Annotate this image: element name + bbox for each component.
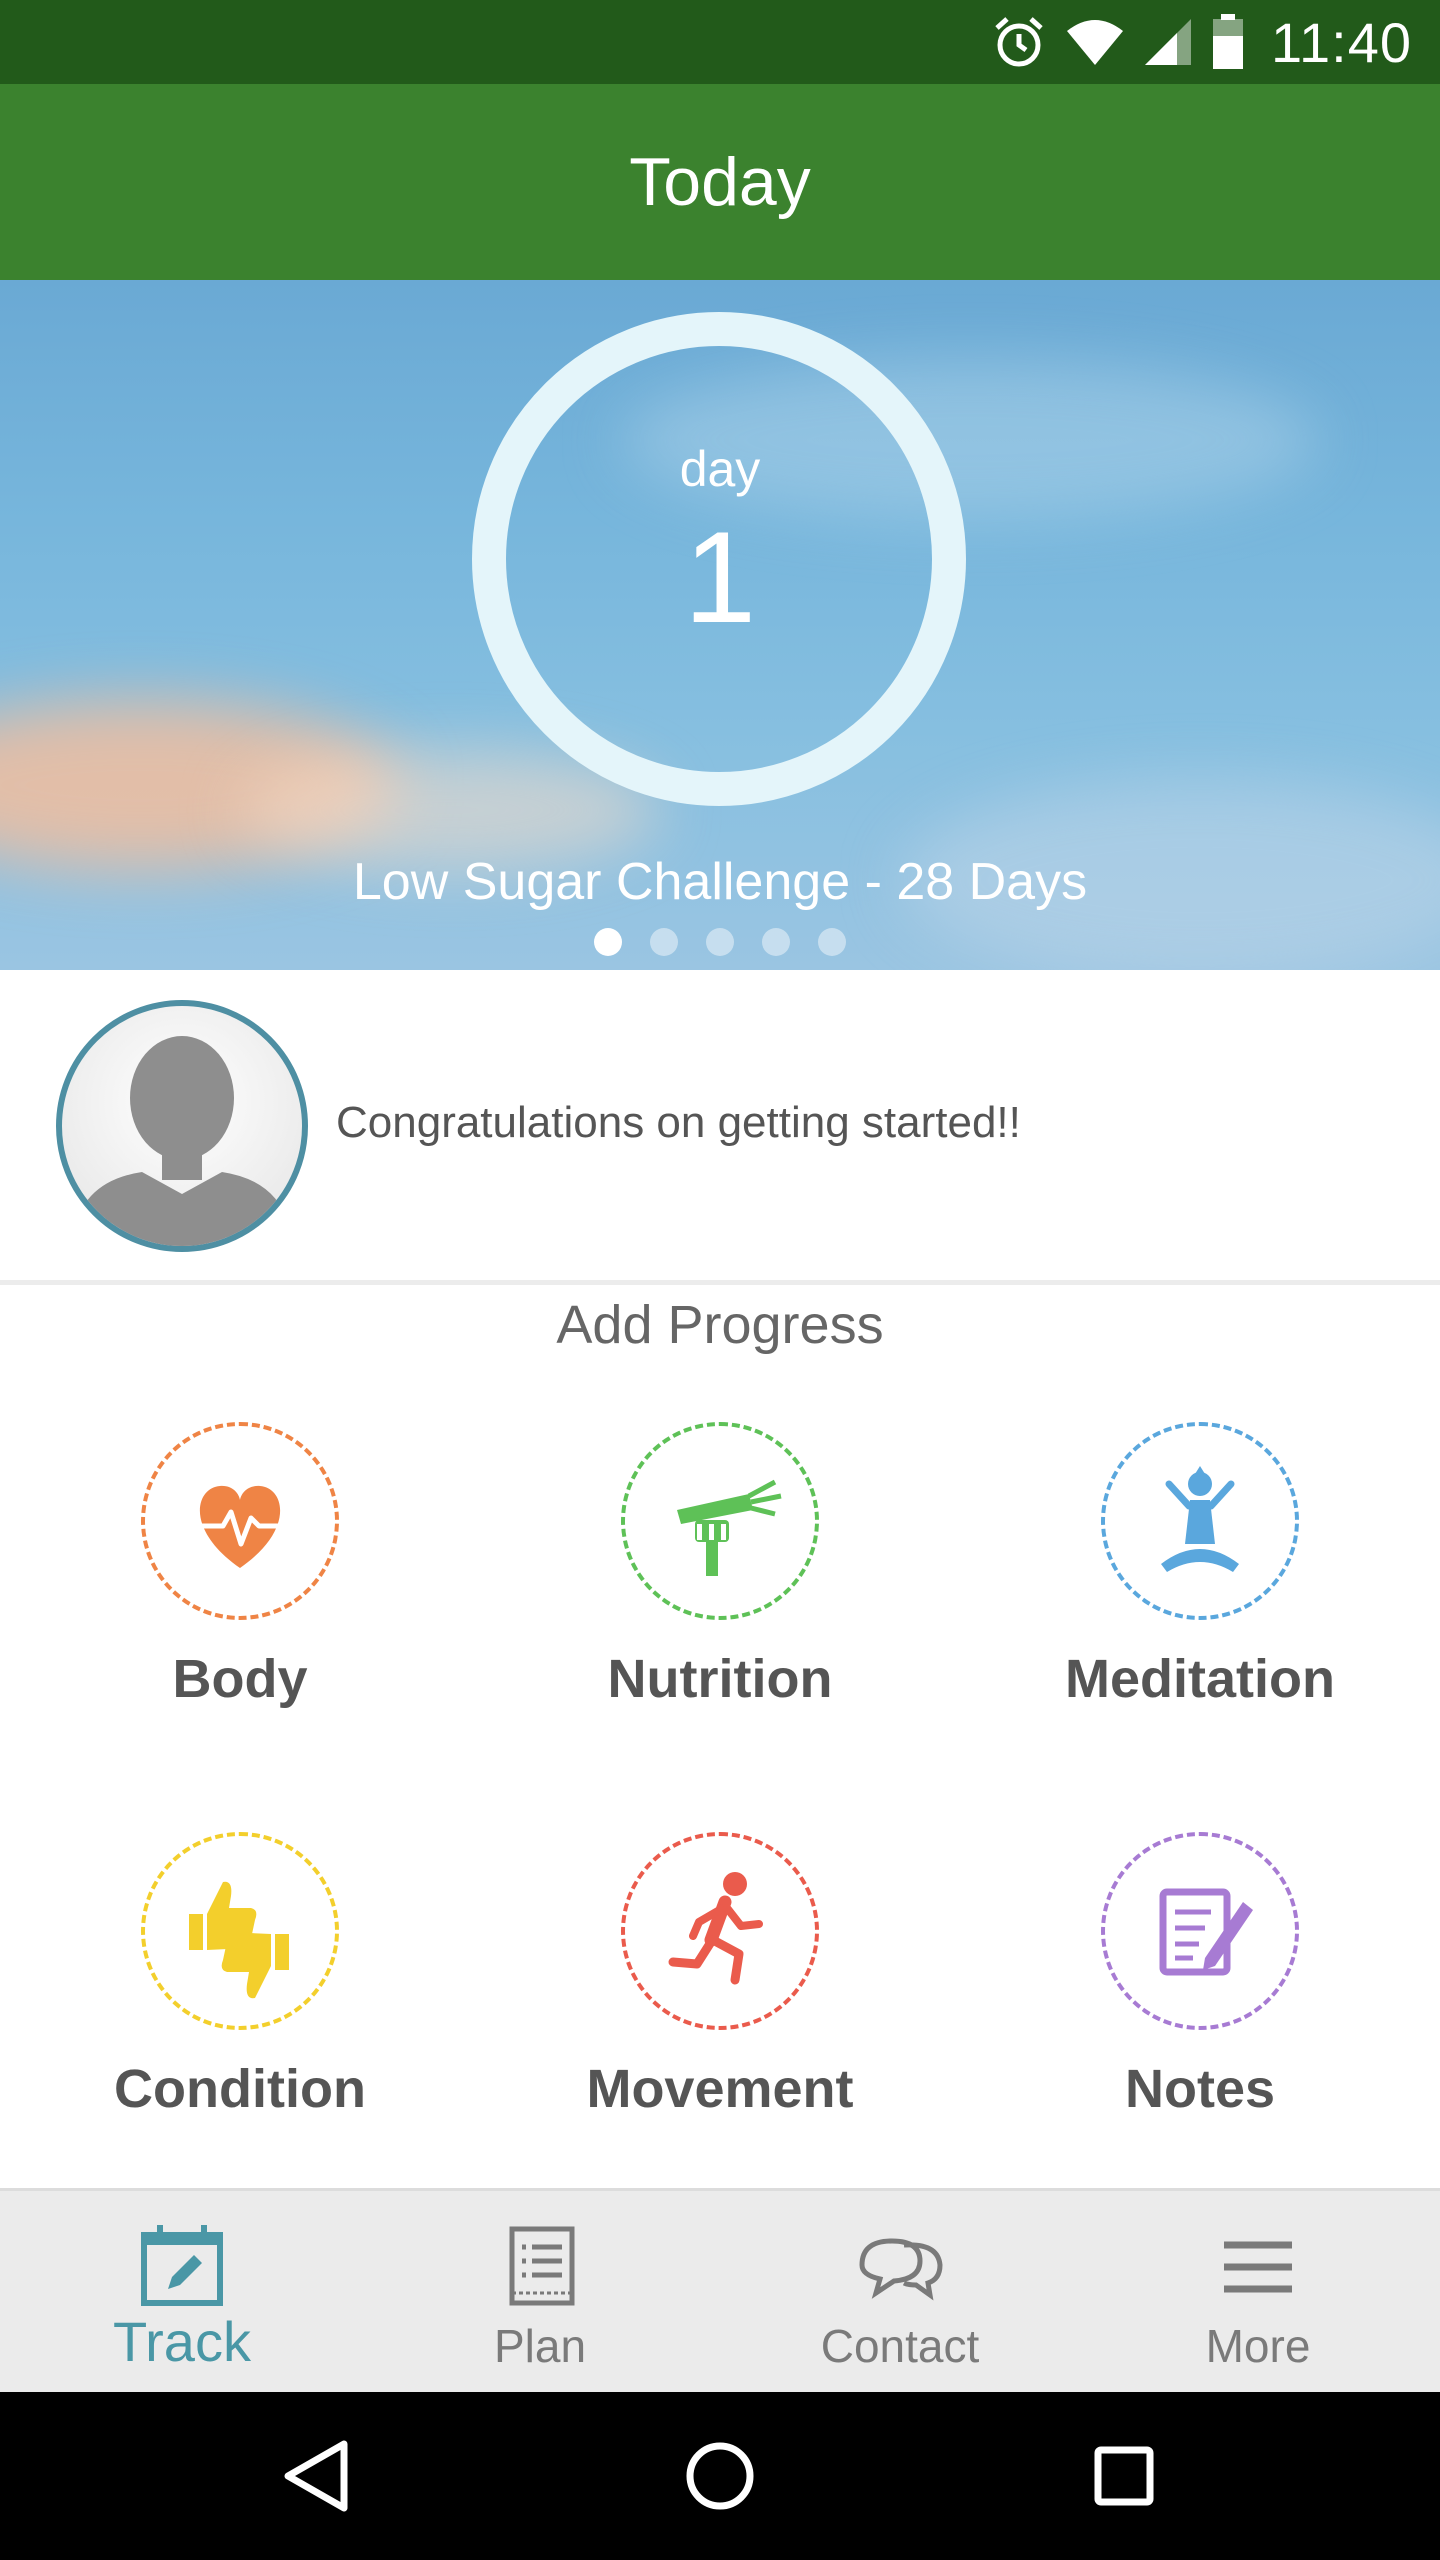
nav-tab-label: Contact xyxy=(820,2320,980,2372)
status-icons: 11:40 xyxy=(991,0,1412,84)
nav-tab-label: Track xyxy=(113,2310,251,2373)
progress-tile-nutrition[interactable]: Nutrition xyxy=(480,1422,960,1782)
meditation-icon-circle xyxy=(1101,1422,1299,1620)
status-bar: 11:40 xyxy=(0,0,1440,84)
hamburger-menu-icon xyxy=(1224,2241,1292,2293)
notes-icon-circle xyxy=(1101,1832,1299,2030)
heart-pulse-icon xyxy=(197,1485,283,1568)
carousel-pager xyxy=(0,928,1440,956)
day-number: 1 xyxy=(683,504,757,650)
avatar xyxy=(56,1000,308,1252)
condition-icon-circle xyxy=(141,1832,339,2030)
notes-icon xyxy=(1159,1888,1253,1976)
fork-carrot-icon xyxy=(677,1479,782,1576)
coach-message: Congratulations on getting started!! xyxy=(0,970,1440,1285)
cell-signal-icon xyxy=(1145,19,1192,65)
system-navigation-bar xyxy=(0,2392,1440,2560)
nav-tab-track[interactable]: Track xyxy=(2,2191,362,2395)
challenge-carousel[interactable]: day 1 Low Sugar Challenge - 28 Days xyxy=(0,280,1440,970)
person-silhouette-icon xyxy=(72,1036,292,1246)
body-icon-circle xyxy=(141,1422,339,1620)
progress-tile-condition[interactable]: Condition xyxy=(0,1832,480,2192)
list-document-icon xyxy=(509,2226,575,2306)
day-label: day xyxy=(679,441,761,497)
alarm-icon xyxy=(995,17,1043,67)
back-icon[interactable] xyxy=(266,2426,366,2526)
wifi-icon xyxy=(1067,20,1124,65)
progress-tile-body[interactable]: Body xyxy=(0,1422,480,1782)
home-icon[interactable] xyxy=(670,2426,770,2526)
challenge-title: Low Sugar Challenge - 28 Days xyxy=(352,853,1088,911)
running-icon xyxy=(668,1872,763,1985)
nav-tab-contact[interactable]: Contact xyxy=(720,2191,1080,2395)
nav-tab-label: Plan xyxy=(493,2320,587,2372)
progress-tile-label: Nutrition xyxy=(607,1649,833,1709)
meditation-icon xyxy=(1161,1466,1239,1572)
status-time: 11:40 xyxy=(1271,10,1412,74)
page-title: Today xyxy=(629,144,811,220)
nutrition-icon-circle xyxy=(621,1422,819,1620)
progress-tile-label: Movement xyxy=(586,2059,854,2119)
bottom-navigation: Track Plan Contact More xyxy=(0,2188,1440,2392)
progress-tile-notes[interactable]: Notes xyxy=(960,1832,1440,2192)
coach-message-text: Congratulations on getting started!! xyxy=(336,1098,1021,1147)
nav-tab-plan[interactable]: Plan xyxy=(360,2191,720,2395)
movement-icon-circle xyxy=(621,1832,819,2030)
pager-dot[interactable] xyxy=(650,928,678,956)
progress-tile-movement[interactable]: Movement xyxy=(480,1832,960,2192)
progress-tile-label: Notes xyxy=(1124,2059,1276,2119)
nav-tab-label: More xyxy=(1205,2320,1311,2372)
thumbs-up-down-icon xyxy=(189,1881,289,1999)
progress-tile-label: Meditation xyxy=(1065,1649,1335,1709)
pager-dot[interactable] xyxy=(706,928,734,956)
recents-icon[interactable] xyxy=(1074,2426,1174,2526)
app-bar: Today xyxy=(0,84,1440,280)
add-progress-heading: Add Progress xyxy=(556,1295,884,1355)
progress-tile-meditation[interactable]: Meditation xyxy=(960,1422,1440,1782)
pager-dot[interactable] xyxy=(762,928,790,956)
progress-tile-label: Condition xyxy=(114,2059,366,2119)
nav-tab-more[interactable]: More xyxy=(1078,2191,1438,2395)
battery-icon xyxy=(1213,14,1244,69)
pager-dot[interactable] xyxy=(818,928,846,956)
progress-tile-label: Body xyxy=(172,1649,308,1709)
chat-bubbles-icon xyxy=(859,2238,943,2301)
calendar-edit-icon xyxy=(141,2225,223,2306)
pager-dot[interactable] xyxy=(594,928,622,956)
